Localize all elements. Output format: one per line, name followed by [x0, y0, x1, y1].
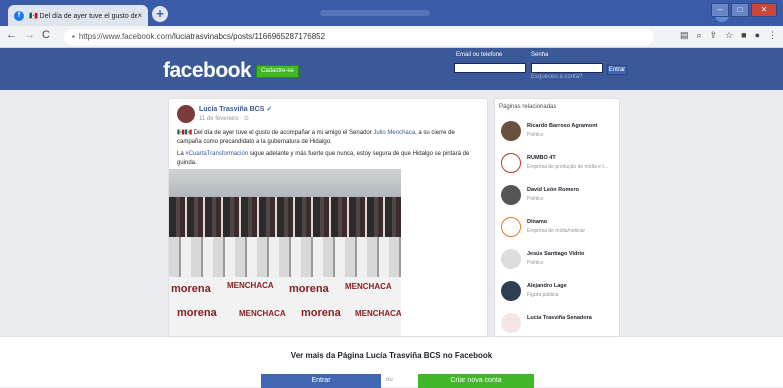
post-text: 🇲🇽🇲🇽 Del día de ayer tuve el gusto de ac…	[177, 129, 481, 171]
overlay-or-text: ou	[386, 377, 393, 383]
related-page-item[interactable]: Ricardo Barroso Agramont Político	[499, 119, 619, 149]
avatar	[501, 249, 521, 269]
address-toolbar: ← → C ▪ https://www.facebook.com/luciatra…	[0, 26, 783, 48]
related-pages-title: Páginas relacionadas	[499, 104, 557, 110]
url-bar[interactable]: ▪ https://www.facebook.com/luciatrasvinab…	[64, 29, 654, 45]
lock-icon: ▪	[72, 32, 75, 41]
share-icon[interactable]: ⇪	[710, 30, 718, 41]
verified-badge-icon: ✓	[266, 106, 273, 113]
post-text-part: La	[177, 151, 184, 157]
banner-text: morena	[289, 283, 329, 295]
signup-button[interactable]: Cadastre-se	[256, 65, 299, 78]
related-page-name[interactable]: Dinamo	[527, 219, 547, 225]
photo-crowd	[169, 197, 401, 237]
avatar	[501, 121, 521, 141]
login-button[interactable]: Entrar	[607, 65, 627, 75]
facebook-favicon-icon: f	[14, 10, 24, 21]
related-page-name[interactable]: Jesús Santiago Vidrio	[527, 251, 584, 257]
banner-text: morena	[301, 307, 341, 319]
window-controls: – □ ✕	[711, 3, 777, 17]
photo-stage	[169, 237, 401, 277]
forward-icon[interactable]: →	[24, 29, 35, 41]
avatar	[501, 185, 521, 205]
related-page-name[interactable]: RUMBO 4T	[527, 155, 556, 161]
related-page-item[interactable]: Dinamo Empresa de mídia/noticiar	[499, 215, 619, 245]
related-page-category: Figura pública	[527, 292, 559, 298]
password-field[interactable]	[531, 63, 603, 73]
post-author-name[interactable]: Lucía Trasviña BCS	[199, 106, 264, 113]
maximize-icon[interactable]: □	[731, 3, 749, 17]
url-host: https://www.facebook.com	[78, 32, 172, 41]
post-date[interactable]: 11 de fevereiro · ⊙	[199, 115, 249, 122]
related-page-item[interactable]: Lucía Trasviña Senadora	[499, 311, 619, 337]
facebook-header: facebook Cadastre-se Email ou telefone S…	[0, 48, 783, 90]
related-page-category: Empresa de produção de mídia e t...	[527, 164, 608, 170]
post-text-part: 🇲🇽🇲🇽 Del día de ayer tuve el gusto de ac…	[177, 130, 372, 136]
related-pages-panel: Páginas relacionadas Ricardo Barroso Agr…	[494, 98, 620, 338]
login-prompt-text: Ver mais da Página Lucía Trasviña BCS no…	[290, 351, 493, 360]
close-tab-icon[interactable]: ×	[137, 11, 142, 20]
related-page-item[interactable]: RUMBO 4T Empresa de produção de mídia e …	[499, 151, 619, 181]
extensions-icon[interactable]: ■	[741, 30, 746, 41]
hashtag-link[interactable]: #CuartaTransformación	[185, 151, 248, 157]
related-page-name[interactable]: Lucía Trasviña Senadora	[527, 315, 592, 321]
banner-text: morena	[171, 283, 211, 295]
email-field[interactable]	[454, 63, 526, 73]
toolbar-icons: ▤ ⌕ ⇪ ☆ ■ ● ⋮	[680, 30, 777, 41]
email-label: Email ou telefone	[456, 52, 503, 58]
tab-title: 🇲🇽 Del día de ayer tuve el gusto de	[29, 12, 138, 20]
post-photo[interactable]: morena MENCHACA morena MENCHACA morena M…	[169, 169, 401, 337]
banner-text: MENCHACA	[355, 309, 401, 318]
close-window-icon[interactable]: ✕	[751, 3, 777, 17]
password-label: Senha	[531, 52, 549, 58]
banner-text: MENCHACA	[239, 309, 286, 318]
forgot-account-link[interactable]: Esqueceu a conta?	[531, 74, 582, 80]
post-author[interactable]: Lucía Trasviña BCS ✓	[199, 105, 272, 113]
overlay-login-button[interactable]: Entrar	[261, 374, 381, 388]
related-page-category: Político	[527, 132, 544, 138]
post-card: Lucía Trasviña BCS ✓ 11 de fevereiro · ⊙…	[168, 98, 488, 338]
related-page-category: Político	[527, 260, 544, 266]
browser-titlebar: f 🇲🇽 Del día de ayer tuve el gusto de × …	[0, 0, 783, 26]
menu-icon[interactable]: ⋮	[768, 30, 777, 41]
avatar	[501, 281, 521, 301]
back-icon[interactable]: ←	[6, 29, 17, 41]
zoom-icon[interactable]: ⌕	[696, 30, 701, 41]
photo-banners: morena MENCHACA morena MENCHACA morena M…	[169, 277, 401, 337]
banner-text: MENCHACA	[227, 281, 274, 290]
bookmark-star-icon[interactable]: ☆	[725, 30, 733, 41]
avatar	[501, 313, 521, 333]
related-page-item[interactable]: Jesús Santiago Vidrio Político	[499, 247, 619, 277]
profile-avatar-icon[interactable]: ●	[755, 30, 760, 41]
related-page-category: Político	[527, 196, 544, 202]
avatar	[501, 217, 521, 237]
avatar[interactable]	[177, 105, 195, 123]
reload-icon[interactable]: C	[42, 29, 50, 41]
url-path: /luciatrasvinabcs/posts/1166965287176852	[171, 32, 326, 41]
facebook-logo[interactable]: facebook	[163, 59, 252, 83]
avatar	[501, 153, 521, 173]
blurred-window-title	[320, 10, 430, 16]
minimize-icon[interactable]: –	[711, 3, 729, 17]
banner-text: morena	[177, 307, 217, 319]
banner-text: MENCHACA	[345, 282, 392, 291]
browser-tab[interactable]: f 🇲🇽 Del día de ayer tuve el gusto de ×	[8, 5, 148, 26]
related-page-category: Empresa de mídia/noticiar	[527, 228, 586, 234]
related-page-name[interactable]: David León Romero	[527, 187, 579, 193]
related-page-name[interactable]: Ricardo Barroso Agramont	[527, 123, 597, 129]
related-page-item[interactable]: David León Romero Político	[499, 183, 619, 213]
create-account-button[interactable]: Criar nova conta	[418, 374, 534, 388]
new-tab-button[interactable]: +	[152, 6, 168, 22]
translate-icon[interactable]: ▤	[680, 30, 689, 41]
related-page-name[interactable]: Alejandro Lage	[527, 283, 567, 289]
related-page-item[interactable]: Alejandro Lage Figura pública	[499, 279, 619, 309]
mention-link[interactable]: Julio Menchaca	[373, 130, 415, 136]
